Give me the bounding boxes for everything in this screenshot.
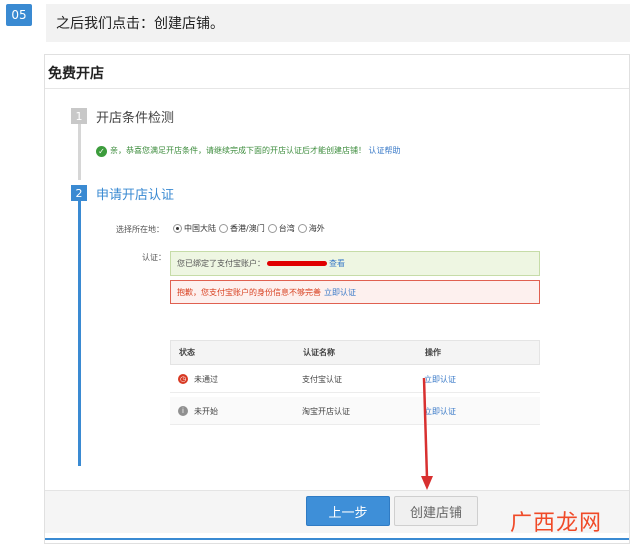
redacted-account <box>267 261 327 266</box>
header-status: 状态 <box>179 348 195 357</box>
radio-mainland-label[interactable]: 中国大陆 <box>184 223 216 234</box>
step-badge: 05 <box>6 4 32 26</box>
auth-label: 认证： <box>142 253 166 262</box>
alert-text: 抱歉，您支付宝账户的身份信息不够完善 <box>177 287 321 297</box>
progress-line-step2 <box>78 198 81 466</box>
alert-box: 抱歉，您支付宝账户的身份信息不够完善 立即认证 <box>170 280 540 304</box>
radio-overseas[interactable] <box>297 224 307 233</box>
alipay-bound-text: 您已绑定了支付宝账户： <box>177 259 265 268</box>
create-shop-button[interactable]: 创建店铺 <box>394 496 478 526</box>
status-text: 未开始 <box>194 406 218 416</box>
step1-label: 开店条件检测 <box>96 111 175 126</box>
clock-icon: ◷ <box>178 374 188 384</box>
instruction-text: 之后我们点击：创建店铺。 <box>46 4 630 42</box>
info-icon: i <box>178 406 188 416</box>
condition-text: 亲，恭喜您满足开店条件，请继续完成下面的开店认证后才能创建店铺！ <box>110 146 366 155</box>
auth-name: 淘宝开店认证 <box>302 406 350 416</box>
table-header: 状态 认证名称 操作 <box>170 340 540 365</box>
condition-message: 亲，恭喜您满足开店条件，请继续完成下面的开店认证后才能创建店铺！ 认证帮助 <box>110 145 401 156</box>
bottom-rule <box>45 538 629 540</box>
view-link[interactable]: 查看 <box>329 258 345 269</box>
header-action: 操作 <box>425 348 441 357</box>
alipay-bound-box: 您已绑定了支付宝账户： 查看 <box>170 251 540 276</box>
radio-taiwan-label[interactable]: 台湾 <box>279 223 295 234</box>
title-divider <box>45 88 629 89</box>
progress-line-step1 <box>78 120 81 180</box>
panel-title: 免费开店 <box>48 66 104 82</box>
step2-label: 申请开店认证 <box>96 188 175 203</box>
verify-now-link[interactable]: 立即认证 <box>324 287 356 298</box>
radio-taiwan[interactable] <box>267 224 277 233</box>
table-row: ◷ 未通过 支付宝认证 立即认证 <box>170 365 540 393</box>
auth-help-link[interactable]: 认证帮助 <box>369 146 401 155</box>
status-cell: ◷ 未通过 <box>178 365 218 393</box>
table-row: i 未开始 淘宝开店认证 立即认证 <box>170 397 540 425</box>
auth-name: 支付宝认证 <box>302 374 342 384</box>
check-icon: ✓ <box>96 146 107 157</box>
location-label: 选择所在地： <box>116 225 164 234</box>
radio-hk-macau[interactable] <box>219 224 228 233</box>
header-name: 认证名称 <box>303 348 335 357</box>
radio-overseas-label[interactable]: 海外 <box>309 223 325 234</box>
annotation-arrow-icon <box>421 378 433 490</box>
radio-mainland[interactable] <box>173 224 182 233</box>
radio-hk-macau-label[interactable]: 香港/澳门 <box>230 223 265 234</box>
watermark: 广西龙网 <box>510 511 603 536</box>
prev-step-button[interactable]: 上一步 <box>306 496 390 526</box>
status-text: 未通过 <box>194 374 218 384</box>
step1-number: 1 <box>71 108 87 124</box>
step2-number: 2 <box>71 185 87 201</box>
status-cell: i 未开始 <box>178 397 218 425</box>
location-options: 中国大陆 香港/澳门 台湾 海外 <box>170 223 325 234</box>
